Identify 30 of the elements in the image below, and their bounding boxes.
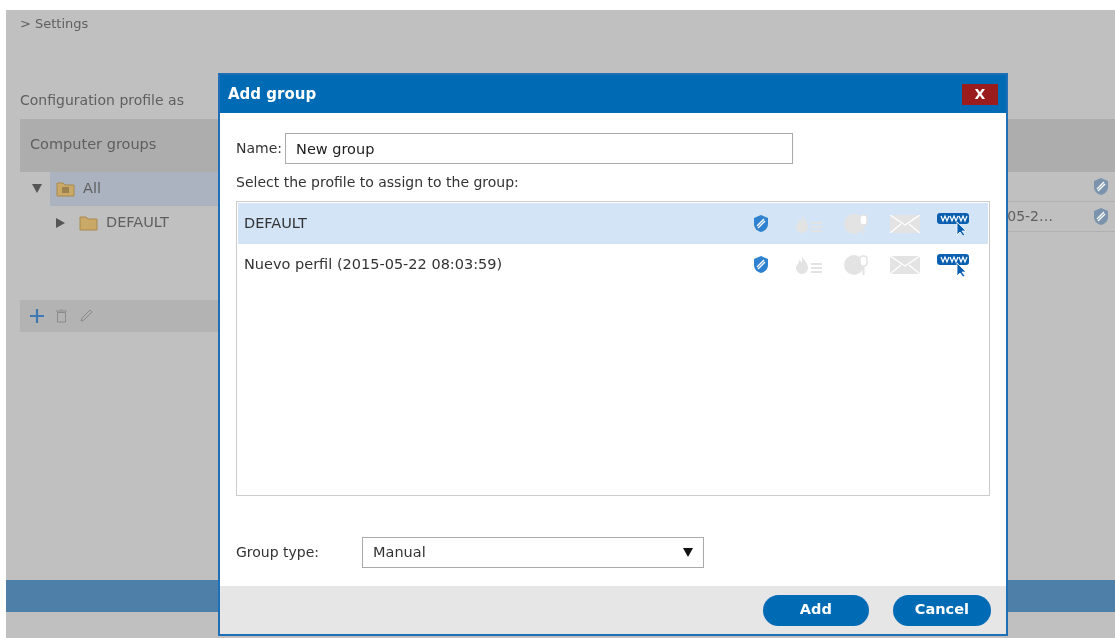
breadcrumb[interactable]: > Settings <box>6 10 1115 38</box>
name-field[interactable]: New group <box>285 133 794 164</box>
tree-item[interactable]: DEFAULT <box>73 205 220 240</box>
expand-arrow-icon[interactable] <box>56 217 65 228</box>
special-folder-icon <box>56 180 75 197</box>
collapse-arrow-icon[interactable] <box>32 184 42 193</box>
dialog-button[interactable]: Cancel <box>892 594 991 626</box>
profile-name: Nuevo perfil (2015-05-22 08:03:59) <box>244 254 504 274</box>
dialog-title: Add group <box>228 83 317 105</box>
dialog-button[interactable]: Add <box>762 594 869 626</box>
pencil-icon[interactable] <box>79 308 93 323</box>
name-label: Name: <box>236 139 283 158</box>
shield-icon <box>1093 206 1109 226</box>
prompt-text: Select the profile to assign to the group: <box>236 173 520 192</box>
add-icon[interactable] <box>30 308 44 323</box>
trash-icon[interactable] <box>56 308 67 323</box>
profile-row[interactable]: Nuevo perfil (2015-05-22 08:03:59) <box>238 244 988 285</box>
date-cell-text: 05-2… <box>1007 206 1053 226</box>
profile-name: DEFAULT <box>244 213 308 233</box>
tree-label: DEFAULT <box>106 212 169 232</box>
section-title: Configuration profile as <box>20 90 184 110</box>
profile-row[interactable]: DEFAULT <box>238 203 988 244</box>
close-button[interactable]: X <box>962 83 998 105</box>
column-header: Computer groups <box>29 135 157 155</box>
tree-label: All <box>83 178 101 198</box>
folder-icon <box>79 214 98 231</box>
group-type-label: Group type: <box>236 543 321 562</box>
dropdown-caret-icon <box>683 548 693 557</box>
shield-icon <box>1093 176 1109 196</box>
group-type-dropdown[interactable]: Manual <box>362 537 704 568</box>
